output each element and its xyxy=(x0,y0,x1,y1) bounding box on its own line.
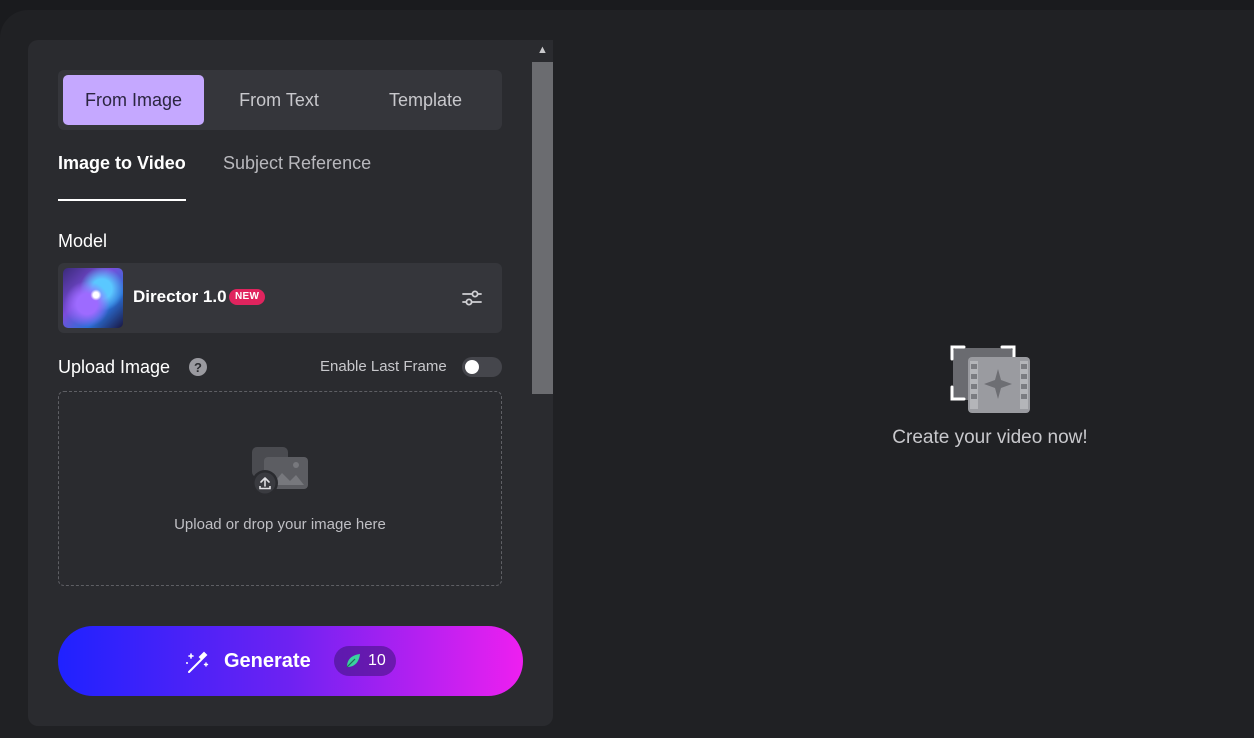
credit-value: 10 xyxy=(368,652,386,669)
empty-state-text: Create your video now! xyxy=(892,427,1088,448)
model-name: Director 1.0 xyxy=(133,287,227,306)
subtab-image-to-video[interactable]: Image to Video xyxy=(58,153,186,201)
left-panel xyxy=(28,40,553,726)
generate-button[interactable]: Generate 10 xyxy=(58,626,523,696)
image-dropzone[interactable]: Upload or drop your image here xyxy=(58,391,502,586)
generate-label: Generate xyxy=(224,650,311,672)
sliders-settings-icon[interactable] xyxy=(460,286,484,310)
scroll-up-icon[interactable]: ▲ xyxy=(532,40,553,60)
model-section-label: Model xyxy=(58,231,108,251)
dropzone-text: Upload or drop your image here xyxy=(174,516,386,533)
help-icon[interactable]: ? xyxy=(189,358,207,376)
upload-section-label: Upload Image xyxy=(58,357,171,377)
toggle-knob xyxy=(465,360,479,374)
tab-template[interactable]: Template xyxy=(354,75,497,125)
tab-from-text[interactable]: From Text xyxy=(208,75,350,125)
video-spark-icon xyxy=(950,345,1030,413)
last-frame-toggle-label: Enable Last Frame xyxy=(320,358,447,375)
tab-from-image[interactable]: From Image xyxy=(63,75,204,125)
panel-scrollbar[interactable]: ▲ xyxy=(532,40,553,600)
model-thumbnail xyxy=(63,268,123,328)
mode-tabs: From Image From Text Template xyxy=(58,70,502,130)
credit-cost: 10 xyxy=(334,646,396,676)
image-upload-icon xyxy=(252,447,308,496)
last-frame-toggle[interactable] xyxy=(462,357,502,377)
leaf-icon xyxy=(346,654,360,668)
model-selector[interactable]: Director 1.0 NEW xyxy=(58,263,502,333)
scrollbar-thumb[interactable] xyxy=(532,62,553,394)
magic-wand-icon xyxy=(186,651,209,673)
subtab-subject-reference[interactable]: Subject Reference xyxy=(223,153,371,199)
new-badge: NEW xyxy=(229,289,266,305)
